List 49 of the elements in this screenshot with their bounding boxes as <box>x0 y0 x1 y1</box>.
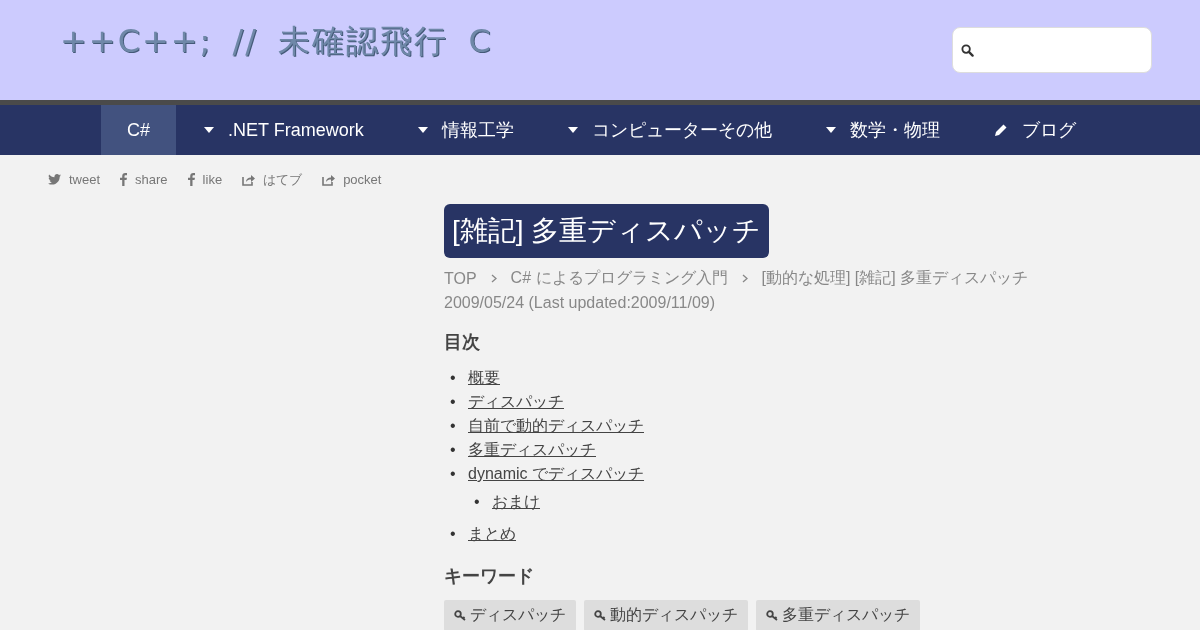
keyword-tag[interactable]: ディスパッチ <box>444 600 576 630</box>
toc-link[interactable]: ディスパッチ <box>468 393 564 410</box>
toc-link[interactable]: 多重ディスパッチ <box>468 441 596 458</box>
toc-link[interactable]: dynamic でディスパッチ <box>468 465 645 482</box>
facebook-icon <box>187 173 195 186</box>
caret-icon <box>417 127 428 133</box>
bullet: • <box>450 524 456 544</box>
pencil-icon <box>993 123 1008 137</box>
chevron-icon <box>490 274 497 283</box>
bird-icon <box>48 174 61 185</box>
nav-tab[interactable]: 情報工学 <box>389 105 540 155</box>
nav-tab[interactable]: C# <box>101 105 176 155</box>
share-link[interactable]: like <box>187 171 223 188</box>
bullet: • <box>450 416 456 436</box>
article-title: [雑記] 多重ディスパッチ <box>444 204 770 258</box>
key-icon <box>594 610 607 621</box>
chevron-icon <box>741 274 748 283</box>
search-icon <box>961 43 974 57</box>
keyword-tag[interactable]: 動的ディスパッチ <box>584 600 748 630</box>
key-icon <box>454 610 467 621</box>
share-link[interactable]: はてブ <box>242 171 303 188</box>
post-date: 2009/05/24 (Last updated:2009/11/09) <box>444 294 717 312</box>
keyword-tag[interactable]: 多重ディスパッチ <box>756 600 920 630</box>
bullet: • <box>474 492 480 512</box>
facebook-icon <box>120 173 128 186</box>
share-link[interactable]: tweet <box>48 171 101 188</box>
nav-tab[interactable]: ブログ <box>965 105 1102 155</box>
keywords-heading: キーワード <box>444 565 535 588</box>
nav-tab[interactable]: .NET Framework <box>176 105 390 155</box>
search-field[interactable] <box>952 27 1152 73</box>
toc-link[interactable]: 概要 <box>468 369 500 386</box>
toc-heading: 目次 <box>444 331 481 354</box>
bullet: • <box>450 464 456 484</box>
caret-icon <box>204 127 214 133</box>
nav-tab[interactable]: コンピューターその他 <box>539 105 798 155</box>
bullet: • <box>450 368 456 388</box>
share-icon <box>322 173 336 186</box>
share-link[interactable]: pocket <box>322 171 382 188</box>
caret-icon <box>567 127 578 133</box>
bullet: • <box>450 440 456 460</box>
share-icon <box>242 173 256 186</box>
toc-link[interactable]: おまけ <box>492 493 540 510</box>
key-icon <box>766 610 779 621</box>
caret-icon <box>825 127 836 133</box>
bullet: • <box>450 392 456 412</box>
nav-tab[interactable]: 数学・物理 <box>797 105 966 155</box>
toc-link[interactable]: まとめ <box>468 525 516 542</box>
toc-link[interactable]: 自前で動的ディスパッチ <box>468 417 644 434</box>
share-link[interactable]: share <box>120 171 168 188</box>
